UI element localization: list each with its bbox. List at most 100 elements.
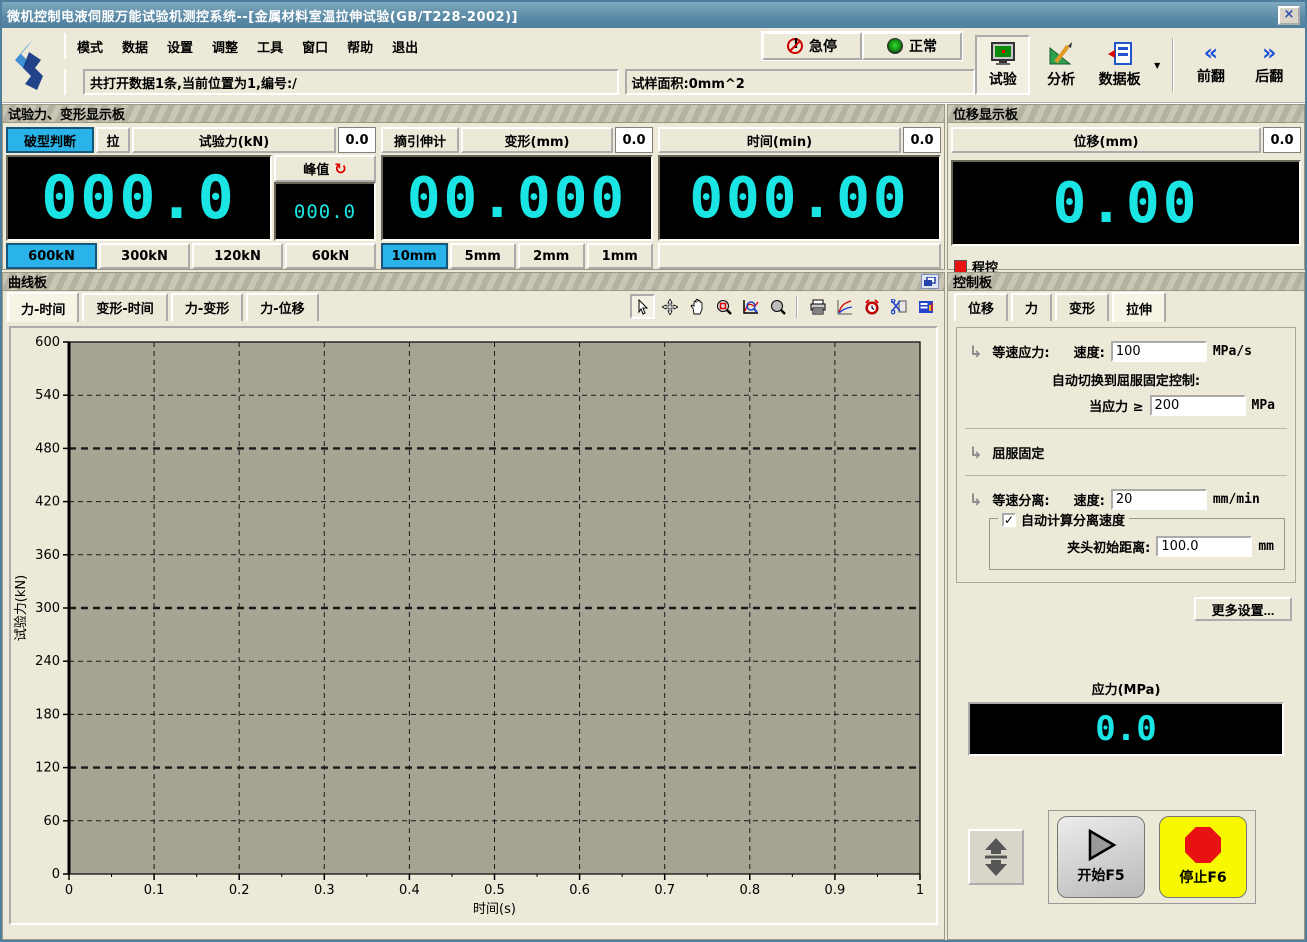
y-axis-label: 试验力(kN): [13, 575, 29, 641]
stop-octagon-icon: [1185, 827, 1221, 863]
deform-header-value: 0.0: [615, 127, 653, 153]
auto-calc-label: 自动计算分离速度: [1021, 510, 1125, 529]
tab-displacement-control[interactable]: 位移: [954, 293, 1008, 321]
deform-range-2mm[interactable]: 2mm: [518, 243, 585, 269]
deform-header: 变形(mm): [461, 127, 613, 153]
menu-item-window[interactable]: 窗口: [302, 37, 328, 56]
when-stress-input[interactable]: [1150, 395, 1246, 416]
normal-status-button[interactable]: 正常: [862, 32, 962, 60]
y-tick-label: 180: [35, 707, 60, 722]
crosshair-tool-button[interactable]: [657, 294, 682, 319]
stress-rate-input[interactable]: [1111, 341, 1207, 362]
zoom-curve-tool-button[interactable]: [738, 294, 763, 319]
chart-toolbar-separator: [796, 296, 799, 318]
menu-item-exit[interactable]: 退出: [392, 37, 418, 56]
y-tick-label: 0: [52, 867, 60, 882]
tab-deform-time[interactable]: 变形-时间: [82, 293, 167, 321]
emergency-stop-button[interactable]: 急停: [762, 32, 862, 60]
zoom-out-icon: [770, 299, 786, 315]
report-panel-icon: [918, 299, 934, 315]
tab-force-deform[interactable]: 力-变形: [171, 293, 243, 321]
y-tick-label: 540: [35, 388, 60, 403]
x-tick-label: 0.4: [399, 883, 420, 898]
force-header-value: 0.0: [338, 127, 376, 153]
data-status-field: 共打开数据1条,当前位置为1,编号:/: [83, 69, 619, 95]
deform-range-10mm[interactable]: 10mm: [381, 243, 448, 269]
print-tool-button[interactable]: [805, 294, 830, 319]
analysis-view-button[interactable]: 分析: [1033, 35, 1088, 95]
cursor-tool-button[interactable]: [630, 294, 655, 319]
separation-speed-input[interactable]: [1111, 489, 1207, 510]
deform-display-group: 摘引伸计 变形(mm) 0.0 00.000 10mm 5mm 2mm 1mm: [381, 127, 653, 269]
zoom-out-tool-button[interactable]: [765, 294, 790, 319]
test-monitor-icon: [990, 42, 1016, 66]
peak-reset-button[interactable]: 峰值 ↻: [274, 155, 376, 182]
menu-item-tools[interactable]: 工具: [257, 37, 283, 56]
next-arrows-icon: »: [1262, 45, 1276, 63]
force-range-600kn[interactable]: 600kN: [6, 243, 97, 269]
view-toolbar: 试验 分析 数据板 ▼: [975, 28, 1305, 102]
logo-icon: [9, 38, 49, 92]
start-button-label: 开始F5: [1077, 865, 1124, 885]
menu-item-help[interactable]: 帮助: [347, 37, 373, 56]
menu-item-data[interactable]: 数据: [122, 37, 148, 56]
data-board-dropdown[interactable]: ▼: [1150, 37, 1164, 93]
deform-range-5mm[interactable]: 5mm: [450, 243, 517, 269]
x-tick-label: 0.9: [825, 883, 846, 898]
pan-tool-button[interactable]: [684, 294, 709, 319]
auto-switch-label: 自动切换到屈服固定控制:: [1052, 370, 1200, 389]
force-range-60kn[interactable]: 60kN: [285, 243, 376, 269]
machine-state-buttons: 急停 正常: [761, 31, 963, 61]
page-prev-button[interactable]: « 前翻: [1183, 35, 1238, 95]
menu-status-column: 模式 数据 设置 调整 工具 窗口 帮助 退出 急停 正常: [56, 28, 975, 102]
close-button[interactable]: ×: [1278, 6, 1300, 25]
deform-range-1mm[interactable]: 1mm: [587, 243, 654, 269]
tab-force-control[interactable]: 力: [1011, 293, 1052, 321]
tab-deform-control[interactable]: 变形: [1055, 293, 1109, 321]
printer-icon: [810, 299, 826, 315]
menu-item-settings[interactable]: 设置: [167, 37, 193, 56]
stop-button-label: 停止F6: [1179, 867, 1226, 887]
restore-window-icon[interactable]: [921, 274, 939, 289]
force-value: 000.0: [41, 163, 237, 233]
cut-data-tool-button[interactable]: [886, 294, 911, 319]
crosshead-jog-button[interactable]: [968, 829, 1024, 885]
force-range-120kn[interactable]: 120kN: [192, 243, 283, 269]
y-tick-label: 480: [35, 441, 60, 456]
x-tick-label: 0.6: [569, 883, 590, 898]
report-tool-button[interactable]: [913, 294, 938, 319]
break-judge-button[interactable]: 破型判断: [6, 127, 94, 153]
menu-item-adjust[interactable]: 调整: [212, 37, 238, 56]
time-bottom-bar: [658, 243, 941, 269]
tab-force-displacement[interactable]: 力-位移: [246, 293, 318, 321]
grip-distance-input[interactable]: [1156, 536, 1252, 557]
deform-range-row: 10mm 5mm 2mm 1mm: [381, 243, 653, 269]
zoom-in-icon: [716, 299, 732, 315]
prev-arrows-icon: «: [1204, 45, 1218, 63]
x-tick-label: 0.1: [144, 883, 165, 898]
force-range-300kn[interactable]: 300kN: [99, 243, 190, 269]
start-button[interactable]: 开始F5: [1057, 816, 1145, 898]
page-next-button[interactable]: » 后翻: [1242, 35, 1297, 95]
curve-panel-title: 曲线板: [8, 272, 47, 291]
x-tick-label: 1: [916, 883, 924, 898]
remove-extensometer-button[interactable]: 摘引伸计: [381, 127, 459, 153]
tension-direction-button[interactable]: 拉: [96, 127, 130, 153]
more-settings-button[interactable]: 更多设置...: [1194, 597, 1292, 621]
data-board-label: 数据板: [1099, 69, 1141, 89]
force-display-group: 破型判断 拉 试验力(kN) 0.0 000.0 峰值 ↻: [6, 127, 376, 269]
test-view-button[interactable]: 试验: [975, 35, 1030, 95]
timer-tool-button[interactable]: [859, 294, 884, 319]
curve-compare-tool-button[interactable]: [832, 294, 857, 319]
curve-chart[interactable]: 06012018024030036042048054060000.10.20.3…: [11, 328, 936, 920]
menu-item-mode[interactable]: 模式: [77, 37, 103, 56]
tab-tension-control[interactable]: 拉伸: [1112, 292, 1166, 322]
tab-force-time[interactable]: 力-时间: [7, 292, 79, 322]
zoom-in-tool-button[interactable]: [711, 294, 736, 319]
data-board-button[interactable]: 数据板: [1092, 35, 1147, 95]
displacement-value: 0.00: [1053, 171, 1200, 236]
time-value: 000.00: [689, 166, 909, 231]
branch-arrow-icon: ↳: [969, 490, 982, 509]
stop-button[interactable]: 停止F6: [1159, 816, 1247, 898]
auto-calc-checkbox[interactable]: ✓: [1002, 513, 1016, 527]
